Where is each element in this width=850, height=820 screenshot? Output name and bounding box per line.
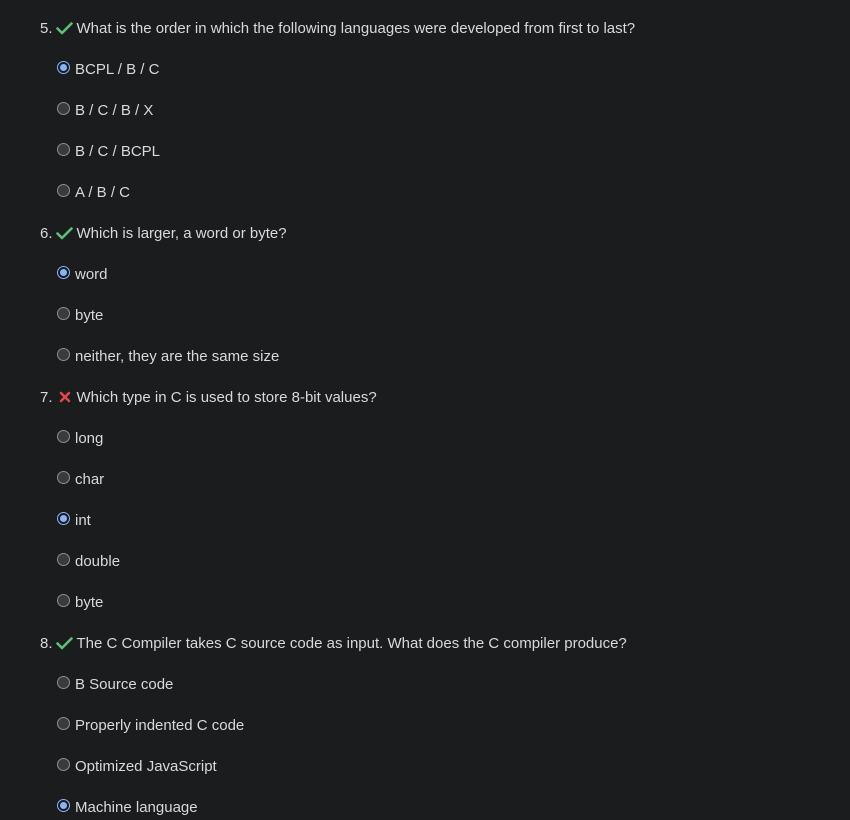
answer-option[interactable]: byte bbox=[40, 304, 850, 326]
radio-button-selected[interactable] bbox=[57, 511, 70, 525]
option-label[interactable]: A / B / C bbox=[75, 184, 130, 201]
question-text: Which type in C is used to store 8-bit v… bbox=[76, 388, 377, 406]
option-label[interactable]: BCPL / B / C bbox=[75, 61, 159, 78]
answer-options: B Source code Properly indented C code Opt… bbox=[40, 673, 850, 818]
answer-option[interactable]: double bbox=[40, 550, 850, 572]
question-header: 6. Which is larger, a word or byte? bbox=[40, 222, 850, 244]
radio-button[interactable] bbox=[57, 552, 70, 566]
answer-option[interactable]: word bbox=[40, 263, 850, 285]
question-text: Which is larger, a word or byte? bbox=[76, 224, 287, 242]
radio-button-selected[interactable] bbox=[57, 798, 70, 812]
radio-button[interactable] bbox=[57, 306, 70, 320]
radio-button[interactable] bbox=[57, 347, 70, 361]
question-block: 7. Which type in C is used to store 8-bit… bbox=[40, 386, 850, 613]
question-block: 6. Which is larger, a word or byte? word by… bbox=[40, 222, 850, 367]
option-label[interactable]: neither, they are the same size bbox=[75, 348, 279, 365]
question-header: 8. The C Compiler takes C source code as … bbox=[40, 632, 850, 654]
answer-option[interactable]: B / C / BCPL bbox=[40, 140, 850, 162]
radio-button[interactable] bbox=[57, 183, 70, 197]
answer-option[interactable]: A / B / C bbox=[40, 181, 850, 203]
answer-option[interactable]: int bbox=[40, 509, 850, 531]
question-text: The C Compiler takes C source code as in… bbox=[76, 634, 627, 652]
option-label[interactable]: char bbox=[75, 471, 104, 488]
answer-option[interactable]: neither, they are the same size bbox=[40, 345, 850, 367]
question-header: 7. Which type in C is used to store 8-bit… bbox=[40, 386, 850, 408]
answer-option[interactable]: Properly indented C code bbox=[40, 714, 850, 736]
option-label[interactable]: B / C / B / X bbox=[75, 102, 153, 119]
question-text: What is the order in which the following… bbox=[76, 19, 636, 37]
question-number: 8. bbox=[40, 634, 53, 652]
radio-button[interactable] bbox=[57, 470, 70, 484]
option-label[interactable]: B / C / BCPL bbox=[75, 143, 160, 160]
cross-icon bbox=[56, 388, 74, 406]
checkmark-icon bbox=[56, 224, 74, 242]
answer-option[interactable]: Machine language bbox=[40, 796, 850, 818]
radio-button[interactable] bbox=[57, 675, 70, 689]
radio-button[interactable] bbox=[57, 593, 70, 607]
question-number: 6. bbox=[40, 224, 53, 242]
option-label[interactable]: double bbox=[75, 553, 120, 570]
option-label[interactable]: byte bbox=[75, 307, 103, 324]
option-label[interactable]: long bbox=[75, 430, 103, 447]
answer-option[interactable]: long bbox=[40, 427, 850, 449]
question-block: 5. What is the order in which the followi… bbox=[40, 17, 850, 203]
answer-option[interactable]: B Source code bbox=[40, 673, 850, 695]
option-label[interactable]: word bbox=[75, 266, 108, 283]
answer-option[interactable]: char bbox=[40, 468, 850, 490]
answer-option[interactable]: BCPL / B / C bbox=[40, 58, 850, 80]
answer-options: long char int double byte bbox=[40, 427, 850, 613]
answer-options: BCPL / B / C B / C / B / X B / C / BCPL A /… bbox=[40, 58, 850, 203]
question-block: 8. The C Compiler takes C source code as … bbox=[40, 632, 850, 818]
quiz-results: 5. What is the order in which the followi… bbox=[0, 0, 850, 818]
radio-button[interactable] bbox=[57, 142, 70, 156]
option-label[interactable]: int bbox=[75, 512, 91, 529]
question-number: 7. bbox=[40, 388, 53, 406]
answer-option[interactable]: byte bbox=[40, 591, 850, 613]
radio-button-selected[interactable] bbox=[57, 265, 70, 279]
radio-button[interactable] bbox=[57, 757, 70, 771]
question-number: 5. bbox=[40, 19, 53, 37]
option-label[interactable]: Properly indented C code bbox=[75, 717, 244, 734]
option-label[interactable]: Optimized JavaScript bbox=[75, 758, 217, 775]
checkmark-icon bbox=[56, 19, 74, 37]
checkmark-icon bbox=[56, 634, 74, 652]
option-label[interactable]: byte bbox=[75, 594, 103, 611]
answer-option[interactable]: Optimized JavaScript bbox=[40, 755, 850, 777]
option-label[interactable]: Machine language bbox=[75, 799, 198, 816]
answer-option[interactable]: B / C / B / X bbox=[40, 99, 850, 121]
option-label[interactable]: B Source code bbox=[75, 676, 173, 693]
radio-button[interactable] bbox=[57, 716, 70, 730]
answer-options: word byte neither, they are the same size bbox=[40, 263, 850, 367]
question-header: 5. What is the order in which the followi… bbox=[40, 17, 850, 39]
radio-button-selected[interactable] bbox=[57, 60, 70, 74]
radio-button[interactable] bbox=[57, 429, 70, 443]
radio-button[interactable] bbox=[57, 101, 70, 115]
